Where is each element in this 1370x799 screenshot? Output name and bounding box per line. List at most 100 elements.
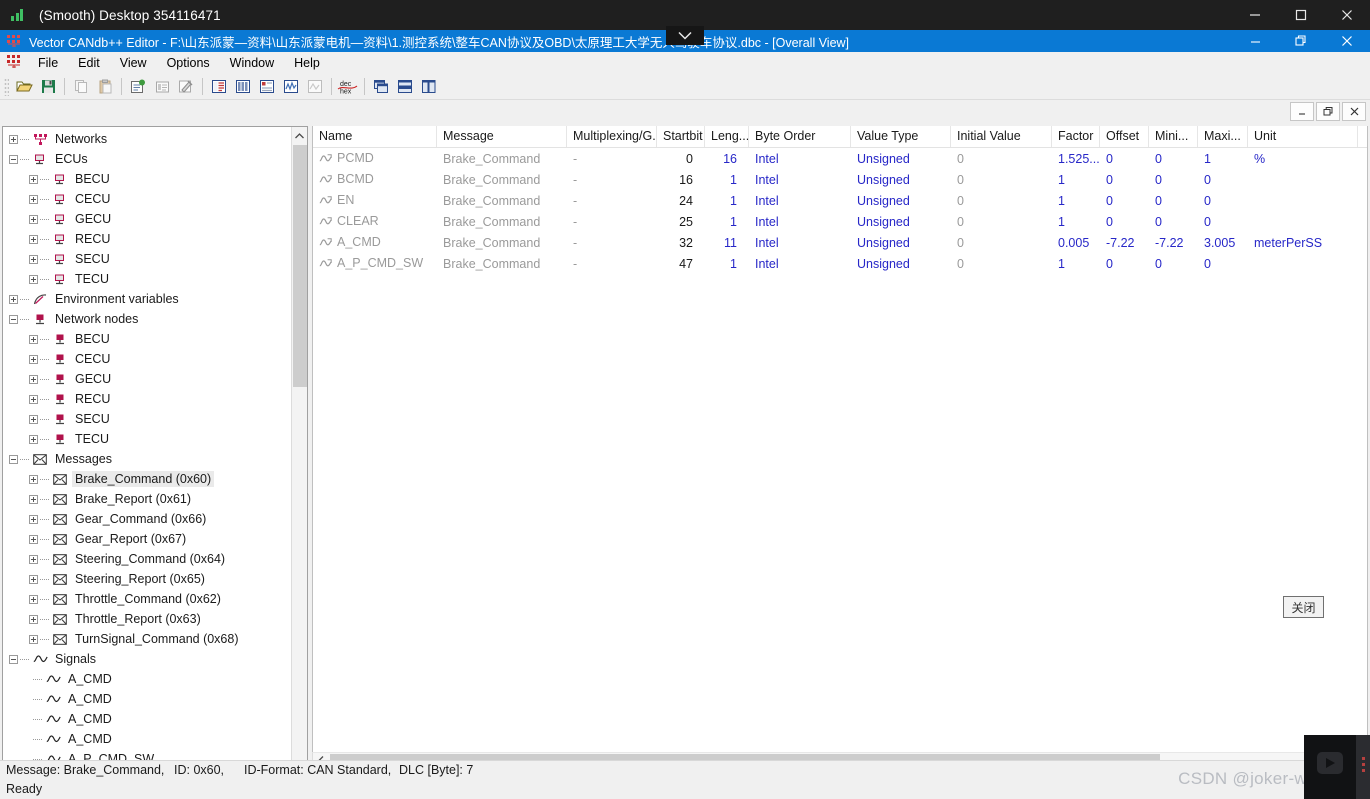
tree-item-throttle-command-0x62[interactable]: Throttle_Command (0x62) (3, 589, 291, 609)
copy-icon[interactable] (69, 76, 93, 98)
properties-icon[interactable] (150, 76, 174, 98)
open-icon[interactable] (12, 76, 36, 98)
expand-icon[interactable] (29, 194, 38, 204)
column-header-startbit[interactable]: Startbit (657, 126, 705, 147)
close-dialog-button[interactable]: 关闭 (1283, 596, 1324, 618)
app-close-button[interactable] (1324, 30, 1370, 52)
tree-item-ecus[interactable]: ECUs (3, 149, 291, 169)
table-row[interactable]: BCMD Brake_Command - 16 1 Intel Unsigned 0 1 0 0 0 (313, 169, 1367, 190)
tree-item-brake-report-0x61[interactable]: Brake_Report (0x61) (3, 489, 291, 509)
scroll-up-icon[interactable] (292, 127, 307, 144)
column-header-byte-order[interactable]: Byte Order (749, 126, 851, 147)
view-signals-icon[interactable] (279, 76, 303, 98)
menu-file[interactable]: File (29, 54, 67, 72)
view-nodes-icon[interactable] (231, 76, 255, 98)
tree-item-steering-command-0x64[interactable]: Steering_Command (0x64) (3, 549, 291, 569)
tree-item-a-cmd[interactable]: A_CMD (3, 669, 291, 689)
menu-view[interactable]: View (111, 54, 156, 72)
signals-table-body[interactable]: PCMD Brake_Command - 0 16 Intel Unsigned 0 1.525… (313, 148, 1367, 274)
expand-icon[interactable] (29, 474, 38, 484)
app-restore-button[interactable] (1278, 30, 1324, 52)
os-minimize-button[interactable] (1232, 0, 1278, 30)
tree-item-recu[interactable]: RECU (3, 229, 291, 249)
column-header-maxi[interactable]: Maxi... (1198, 126, 1248, 147)
collapse-icon[interactable] (9, 314, 18, 324)
expand-icon[interactable] (9, 134, 18, 144)
tree-item-a-cmd[interactable]: A_CMD (3, 709, 291, 729)
tree-item-turnsignal-command-0x68[interactable]: TurnSignal_Command (0x68) (3, 629, 291, 649)
table-row[interactable]: A_CMD Brake_Command - 32 11 Intel Unsigned 0 0.0… (313, 232, 1367, 253)
expand-icon[interactable] (29, 414, 38, 424)
dec-hex-icon[interactable]: dec hex (336, 76, 360, 98)
tree-item-gecu[interactable]: GECU (3, 209, 291, 229)
paste-icon[interactable] (93, 76, 117, 98)
column-header-mini[interactable]: Mini... (1149, 126, 1198, 147)
column-header-factor[interactable]: Factor (1052, 126, 1100, 147)
column-header-multiplexing-g[interactable]: Multiplexing/G... (567, 126, 657, 147)
expand-icon[interactable] (29, 434, 38, 444)
expand-icon[interactable] (29, 214, 38, 224)
expand-icon[interactable] (29, 514, 38, 524)
tree-item-cecu[interactable]: CECU (3, 349, 291, 369)
expand-icon[interactable] (29, 354, 38, 364)
expand-icon[interactable] (29, 234, 38, 244)
tree-item-tecu[interactable]: TECU (3, 269, 291, 289)
tree-item-becu[interactable]: BECU (3, 329, 291, 349)
app-minimize-button[interactable] (1232, 30, 1278, 52)
column-header-name[interactable]: Name (313, 126, 437, 147)
view-envvars-icon[interactable] (303, 76, 327, 98)
expand-icon[interactable] (29, 614, 38, 624)
table-row[interactable]: EN Brake_Command - 24 1 Intel Unsigned 0 1 0 0 0 (313, 190, 1367, 211)
os-maximize-button[interactable] (1278, 0, 1324, 30)
menu-edit[interactable]: Edit (69, 54, 109, 72)
menu-options[interactable]: Options (158, 54, 219, 72)
tree-item-brake-command-0x60[interactable]: Brake_Command (0x60) (3, 469, 291, 489)
table-row[interactable]: CLEAR Brake_Command - 25 1 Intel Unsigned 0 1 0 0 0 (313, 211, 1367, 232)
expand-icon[interactable] (9, 294, 18, 304)
view-networks-icon[interactable] (207, 76, 231, 98)
tree-scroll-thumb[interactable] (293, 145, 307, 387)
view-messages-icon[interactable] (255, 76, 279, 98)
expand-icon[interactable] (29, 274, 38, 284)
tree-item-a-cmd[interactable]: A_CMD (3, 729, 291, 749)
collapse-icon[interactable] (9, 654, 18, 664)
object-tree[interactable]: Networks ECUs BECU CECU GECU RECU SECU TECU Envi… (3, 127, 291, 786)
tree-item-networks[interactable]: Networks (3, 129, 291, 149)
chevron-down-icon[interactable] (666, 26, 704, 45)
collapse-icon[interactable] (9, 454, 18, 464)
expand-icon[interactable] (29, 534, 38, 544)
save-icon[interactable] (36, 76, 60, 98)
video-thumbnail[interactable] (1304, 735, 1370, 799)
expand-icon[interactable] (29, 174, 38, 184)
expand-icon[interactable] (29, 634, 38, 644)
column-header-offset[interactable]: Offset (1100, 126, 1149, 147)
edit-object-icon[interactable] (126, 76, 150, 98)
tree-item-tecu[interactable]: TECU (3, 429, 291, 449)
tree-item-gear-report-0x67[interactable]: Gear_Report (0x67) (3, 529, 291, 549)
tree-item-gecu[interactable]: GECU (3, 369, 291, 389)
column-header-leng[interactable]: Leng... (705, 126, 749, 147)
expand-icon[interactable] (29, 574, 38, 584)
tree-item-steering-report-0x65[interactable]: Steering_Report (0x65) (3, 569, 291, 589)
tree-item-secu[interactable]: SECU (3, 249, 291, 269)
table-row[interactable]: A_P_CMD_SW Brake_Command - 47 1 Intel Unsigned… (313, 253, 1367, 274)
column-header-unit[interactable]: Unit (1248, 126, 1358, 147)
table-row[interactable]: PCMD Brake_Command - 0 16 Intel Unsigned 0 1.525… (313, 148, 1367, 169)
column-header-message[interactable]: Message (437, 126, 567, 147)
expand-icon[interactable] (29, 374, 38, 384)
os-close-button[interactable] (1324, 0, 1370, 30)
tile-vertical-icon[interactable] (417, 76, 441, 98)
menu-help[interactable]: Help (285, 54, 329, 72)
expand-icon[interactable] (29, 554, 38, 564)
tree-item-recu[interactable]: RECU (3, 389, 291, 409)
tree-item-gear-command-0x66[interactable]: Gear_Command (0x66) (3, 509, 291, 529)
collapse-icon[interactable] (9, 154, 18, 164)
tree-item-signals[interactable]: Signals (3, 649, 291, 669)
expand-icon[interactable] (29, 254, 38, 264)
expand-icon[interactable] (29, 334, 38, 344)
expand-icon[interactable] (29, 394, 38, 404)
tree-item-throttle-report-0x63[interactable]: Throttle_Report (0x63) (3, 609, 291, 629)
cascade-icon[interactable] (369, 76, 393, 98)
tile-horizontal-icon[interactable] (393, 76, 417, 98)
tree-item-secu[interactable]: SECU (3, 409, 291, 429)
